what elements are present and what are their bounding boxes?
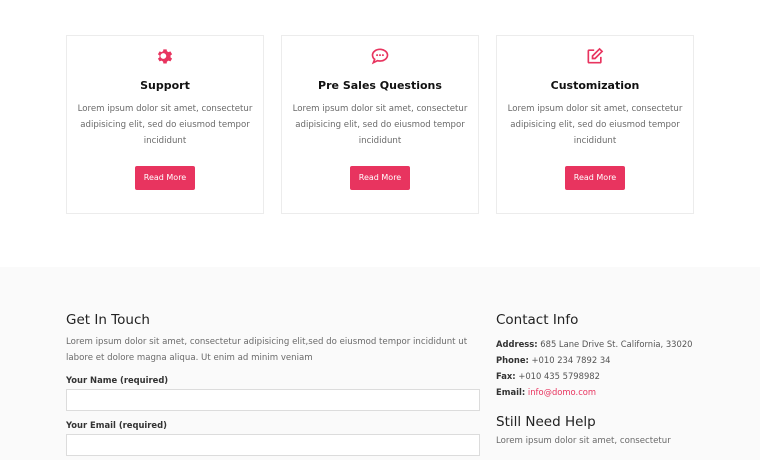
card-title: Pre Sales Questions	[318, 79, 442, 92]
gear-icon	[155, 46, 175, 66]
pre-sales-card: Pre Sales Questions Lorem ipsum dolor si…	[281, 35, 479, 214]
address-label: Address:	[496, 339, 538, 349]
support-card: Support Lorem ipsum dolor sit amet, cons…	[66, 35, 264, 214]
chat-bubble-icon	[370, 46, 390, 66]
customization-card: Customization Lorem ipsum dolor sit amet…	[496, 35, 694, 214]
email-row: Email: info@domo.com	[496, 384, 706, 400]
fax-row: Fax: +010 435 5798982	[496, 368, 706, 384]
name-label: Your Name (required)	[66, 375, 169, 385]
still-need-help-text: Lorem ipsum dolor sit amet, consectetur	[496, 436, 671, 446]
fax-label: Fax:	[496, 371, 516, 381]
feature-cards: Support Lorem ipsum dolor sit amet, cons…	[66, 35, 694, 214]
phone-label: Phone:	[496, 355, 529, 365]
get-in-touch-title: Get In Touch	[66, 312, 150, 328]
get-in-touch-form: Get In Touch Lorem ipsum dolor sit amet,…	[66, 312, 480, 456]
email-label: Email:	[496, 387, 526, 397]
contact-info-title: Contact Info	[496, 312, 579, 328]
email-field[interactable]	[66, 434, 480, 456]
email-link[interactable]: info@domo.com	[528, 387, 596, 397]
phone-row: Phone: +010 234 7892 34	[496, 352, 706, 368]
edit-icon	[585, 46, 605, 66]
still-need-help-title: Still Need Help	[496, 414, 596, 430]
card-body: Lorem ipsum dolor sit amet, consectetur …	[77, 104, 253, 146]
read-more-button[interactable]: Read More	[350, 166, 410, 190]
read-more-button[interactable]: Read More	[135, 166, 195, 190]
address-value: 685 Lane Drive St. California, 33020	[540, 339, 693, 349]
address-row: Address: 685 Lane Drive St. California, …	[496, 336, 706, 352]
read-more-button[interactable]: Read More	[565, 166, 625, 190]
fax-value: +010 435 5798982	[518, 371, 600, 381]
card-body: Lorem ipsum dolor sit amet, consectetur …	[507, 104, 683, 146]
get-in-touch-description: Lorem ipsum dolor sit amet, consectetur …	[66, 337, 468, 363]
card-body: Lorem ipsum dolor sit amet, consectetur …	[292, 104, 468, 146]
name-field[interactable]	[66, 389, 480, 411]
card-title: Support	[140, 79, 190, 92]
contact-info: Contact Info Address: 685 Lane Drive St.…	[496, 312, 706, 446]
card-title: Customization	[550, 79, 640, 92]
phone-value: +010 234 7892 34	[531, 355, 611, 365]
email-label: Your Email (required)	[66, 420, 167, 430]
